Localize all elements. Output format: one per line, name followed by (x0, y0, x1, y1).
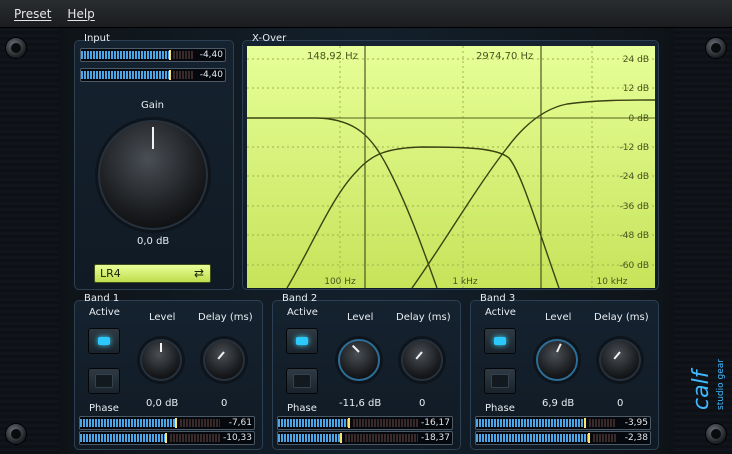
graph-background (247, 46, 655, 288)
filter-type-selector[interactable]: LR4 ⇄ (94, 264, 211, 283)
gain-knob[interactable] (98, 120, 208, 230)
screw-icon (5, 37, 27, 59)
led-off-icon (293, 374, 311, 388)
menu-help[interactable]: Help (67, 7, 94, 21)
band1-title: Band 1 (84, 293, 120, 304)
led-on-icon (98, 337, 110, 345)
band2-phase-button[interactable] (286, 368, 318, 394)
band1-phase-button[interactable] (88, 368, 120, 394)
db-label: -36 dB (620, 202, 649, 212)
db-label: -60 dB (620, 261, 649, 271)
band3-delay-knob[interactable] (599, 339, 641, 381)
menu-preset[interactable]: Preset (14, 7, 51, 21)
led-off-icon (491, 374, 509, 388)
band1-meter-2: -10,33 (79, 431, 255, 445)
band3-phase-button[interactable] (484, 368, 516, 394)
filter-type-value: LR4 (100, 267, 121, 280)
screw-icon (705, 37, 727, 59)
led-off-icon (95, 374, 113, 388)
db-label: -48 dB (620, 231, 649, 241)
db-label: -24 dB (620, 172, 649, 182)
band2-level-value: -11,6 dB (339, 398, 382, 409)
band1-meter-1: -7,61 (79, 416, 255, 430)
xover-title: X-Over (252, 33, 287, 44)
band2-delay-knob[interactable] (401, 339, 443, 381)
band1-meter-2-value: -10,33 (222, 433, 252, 443)
svg-text:studio gear: studio gear (716, 359, 726, 410)
gain-label: Gain (141, 100, 164, 111)
band2-meter-1-value: -16,17 (420, 418, 450, 428)
led-on-icon (296, 337, 308, 345)
freq-label: 100 Hz (324, 277, 356, 287)
band3-active-label: Active (485, 307, 516, 318)
band1-phase-label: Phase (89, 403, 119, 414)
band2-delay-value: 0 (419, 398, 426, 409)
input-title: Input (84, 33, 110, 44)
band2-phase-label: Phase (287, 403, 317, 414)
band1-active-button[interactable] (88, 328, 120, 354)
band1-level-label: Level (149, 312, 176, 323)
band3-active-button[interactable] (484, 328, 516, 354)
band3-meter-2-value: -2,38 (624, 433, 648, 443)
rack-ear-left (0, 28, 58, 454)
db-label: 12 dB (623, 84, 649, 94)
band3-delay-label: Delay (ms) (594, 312, 649, 323)
gain-value: 0,0 dB (137, 236, 170, 247)
swap-arrows-icon: ⇄ (193, 266, 204, 280)
input-meter-left: -4,40 (80, 48, 226, 62)
band2-title: Band 2 (282, 293, 318, 304)
band2-meter-2-value: -18,37 (420, 433, 450, 443)
menu-bar: Preset Help (0, 0, 732, 28)
band1-level-value: 0,0 dB (146, 398, 179, 409)
svg-text:calf: calf (690, 367, 714, 410)
band2-meter-1: -16,17 (277, 416, 453, 430)
input-meter-right: -4,40 (80, 68, 226, 82)
led-on-icon (494, 337, 506, 345)
xover-graph[interactable]: 148,92 Hz 2974,70 Hz 24 dB 12 dB 0 dB -1… (247, 46, 655, 288)
band3-meter-1: -3,95 (475, 416, 651, 430)
calf-studio-gear-logo: calf studio gear (690, 359, 726, 410)
screw-icon (5, 423, 27, 445)
db-label: 0 dB (629, 114, 649, 124)
band3-level-knob[interactable] (536, 339, 578, 381)
band2-level-label: Level (347, 312, 374, 323)
db-label: -12 dB (620, 143, 649, 153)
band3-phase-label: Phase (485, 403, 515, 414)
freq-label: 10 kHz (596, 277, 627, 287)
input-meter-left-value: -4,40 (199, 50, 223, 60)
band1-level-knob[interactable] (140, 339, 182, 381)
db-label: 24 dB (623, 55, 649, 65)
band1-active-label: Active (89, 307, 120, 318)
band3-meter-2: -2,38 (475, 431, 651, 445)
band2-meter-2: -18,37 (277, 431, 453, 445)
band1-meter-1-value: -7,61 (228, 418, 252, 428)
band3-level-value: 6,9 dB (542, 398, 575, 409)
band2-active-label: Active (287, 307, 318, 318)
band1-delay-label: Delay (ms) (198, 312, 253, 323)
screw-icon (705, 423, 727, 445)
input-meter-right-value: -4,40 (199, 70, 223, 80)
band2-level-knob[interactable] (338, 339, 380, 381)
band1-delay-value: 0 (221, 398, 228, 409)
crossover-freq-1: 148,92 Hz (307, 51, 358, 62)
freq-label: 1 kHz (452, 277, 478, 287)
band3-title: Band 3 (480, 293, 516, 304)
band3-level-label: Level (545, 312, 572, 323)
crossover-freq-2: 2974,70 Hz (476, 51, 533, 62)
band3-delay-value: 0 (617, 398, 624, 409)
band1-delay-knob[interactable] (203, 339, 245, 381)
band2-active-button[interactable] (286, 328, 318, 354)
band2-delay-label: Delay (ms) (396, 312, 451, 323)
band3-meter-1-value: -3,95 (624, 418, 648, 428)
